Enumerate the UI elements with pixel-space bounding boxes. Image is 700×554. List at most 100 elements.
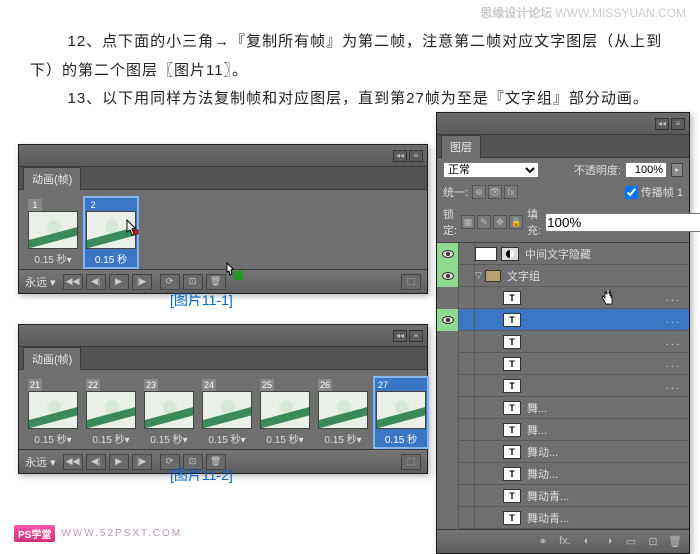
frame-duration[interactable]: 0.15 秒▾ (28, 249, 78, 266)
group-icon[interactable]: ▭ (623, 535, 639, 549)
menu-icon[interactable]: ≡ (409, 150, 423, 162)
lock-column[interactable] (459, 243, 475, 265)
lock-column[interactable] (459, 265, 475, 287)
duplicate-frame-button[interactable]: ⊡ (183, 274, 203, 290)
lock-column[interactable] (459, 485, 475, 507)
layer-row[interactable]: T ... (437, 353, 689, 375)
layer-row[interactable]: T ... (437, 331, 689, 353)
visibility-toggle[interactable] (437, 353, 459, 375)
next-frame-button[interactable]: |▶ (132, 454, 152, 470)
layer-row[interactable]: T 舞... (437, 397, 689, 419)
prev-frame-button[interactable]: ◀| (86, 454, 106, 470)
visibility-toggle[interactable] (437, 441, 459, 463)
tween-button[interactable]: ⟳ (160, 274, 180, 290)
frame-duration[interactable]: 0.15 秒▾ (260, 429, 310, 446)
visibility-toggle[interactable] (437, 485, 459, 507)
minimize-icon[interactable]: ◂◂ (393, 330, 407, 342)
play-button[interactable]: ▶ (109, 454, 129, 470)
visibility-toggle[interactable] (437, 507, 459, 529)
lock-column[interactable] (459, 331, 475, 353)
visibility-toggle[interactable] (437, 309, 459, 331)
animation-frame[interactable]: 1 0.15 秒▾ (25, 196, 81, 269)
expand-triangle-icon[interactable]: ▽ (475, 270, 485, 281)
mask-icon[interactable]: ◐ (579, 535, 595, 549)
frame-duration[interactable]: 0.15 秒 (86, 249, 136, 266)
visibility-toggle[interactable] (437, 243, 459, 265)
play-button[interactable]: ▶ (109, 274, 129, 290)
animation-frame[interactable]: 23 0.15 秒▾ (141, 376, 197, 449)
adjustment-icon[interactable]: ◑ (601, 535, 617, 549)
fill-input[interactable] (545, 213, 700, 232)
delete-frame-button[interactable]: 🗑 (206, 274, 226, 290)
loop-select[interactable]: 永远 ▾ (25, 274, 60, 290)
animation-frame[interactable]: 22 0.15 秒▾ (83, 376, 139, 449)
first-frame-button[interactable]: ◀◀ (63, 274, 83, 290)
minimize-icon[interactable]: ◂◂ (655, 118, 669, 130)
frame-duration[interactable]: 0.15 秒▾ (318, 429, 368, 446)
layer-row[interactable]: ▽ 文字组 (437, 265, 689, 287)
convert-timeline-button[interactable]: ⬚ (401, 274, 421, 290)
animation-frame[interactable]: 26 0.15 秒▾ (315, 376, 371, 449)
unify-style-icon[interactable]: fx (504, 185, 518, 199)
lock-column[interactable] (459, 375, 475, 397)
visibility-toggle[interactable] (437, 287, 459, 309)
animation-frame[interactable]: 25 0.15 秒▾ (257, 376, 313, 449)
opacity-input[interactable] (625, 162, 667, 178)
tab-layers[interactable]: 图层 (441, 135, 481, 158)
minimize-icon[interactable]: ◂◂ (393, 150, 407, 162)
lock-pixels-icon[interactable]: ✎ (477, 215, 491, 229)
layer-row[interactable]: T 舞动... (437, 463, 689, 485)
layer-row[interactable]: T 舞动青... (437, 485, 689, 507)
new-layer-icon[interactable]: ⊡ (645, 535, 661, 549)
visibility-toggle[interactable] (437, 419, 459, 441)
lock-all-icon[interactable]: 🔒 (509, 215, 523, 229)
fx-icon[interactable]: fx. (557, 535, 573, 549)
lock-column[interactable] (459, 309, 475, 331)
layer-row[interactable]: T ... (437, 309, 689, 331)
lock-position-icon[interactable]: ✥ (493, 215, 507, 229)
layer-row[interactable]: T ... (437, 375, 689, 397)
lock-column[interactable] (459, 441, 475, 463)
frame-duration[interactable]: 0.15 秒 (376, 429, 426, 446)
prev-frame-button[interactable]: ◀| (86, 274, 106, 290)
visibility-toggle[interactable] (437, 265, 459, 287)
opacity-arrow-icon[interactable]: ▸ (671, 163, 683, 177)
frame-duration[interactable]: 0.15 秒▾ (144, 429, 194, 446)
visibility-toggle[interactable] (437, 375, 459, 397)
frame-duration[interactable]: 0.15 秒▾ (202, 429, 252, 446)
loop-select[interactable]: 永远 ▾ (25, 454, 60, 470)
menu-icon[interactable]: ≡ (409, 330, 423, 342)
lock-column[interactable] (459, 463, 475, 485)
layer-row[interactable]: T 舞动... (437, 441, 689, 463)
visibility-toggle[interactable] (437, 331, 459, 353)
visibility-toggle[interactable] (437, 463, 459, 485)
link-layers-icon[interactable]: ⚭ (535, 535, 551, 549)
convert-timeline-button[interactable]: ⬚ (401, 454, 421, 470)
layer-row[interactable]: T ... (437, 287, 689, 309)
lock-column[interactable] (459, 287, 475, 309)
frame-duration[interactable]: 0.15 秒▾ (86, 429, 136, 446)
unify-position-icon[interactable]: ⊕ (472, 185, 486, 199)
animation-frame[interactable]: 27 0.15 秒 (373, 376, 429, 449)
next-frame-button[interactable]: |▶ (132, 274, 152, 290)
layer-row[interactable]: T 舞动青... (437, 507, 689, 529)
first-frame-button[interactable]: ◀◀ (63, 454, 83, 470)
lock-transparent-icon[interactable]: ▦ (461, 215, 475, 229)
tab-animation[interactable]: 动画(帧) (23, 167, 81, 190)
animation-frame[interactable]: 21 0.15 秒▾ (25, 376, 81, 449)
visibility-toggle[interactable] (437, 397, 459, 419)
propagate-frame-checkbox[interactable]: 传播帧 1 (625, 184, 683, 200)
tab-animation[interactable]: 动画(帧) (23, 347, 81, 370)
blend-mode-select[interactable]: 正常 (443, 162, 539, 178)
frame-duration[interactable]: 0.15 秒▾ (28, 429, 78, 446)
layer-row[interactable]: 中间文字隐藏 (437, 243, 689, 265)
lock-column[interactable] (459, 419, 475, 441)
lock-column[interactable] (459, 397, 475, 419)
menu-icon[interactable]: ≡ (671, 118, 685, 130)
unify-visibility-icon[interactable]: 👁 (488, 185, 502, 199)
lock-column[interactable] (459, 353, 475, 375)
lock-column[interactable] (459, 507, 475, 529)
layer-row[interactable]: T 舞... (437, 419, 689, 441)
delete-layer-icon[interactable]: 🗑 (667, 535, 683, 549)
animation-frame[interactable]: 24 0.15 秒▾ (199, 376, 255, 449)
